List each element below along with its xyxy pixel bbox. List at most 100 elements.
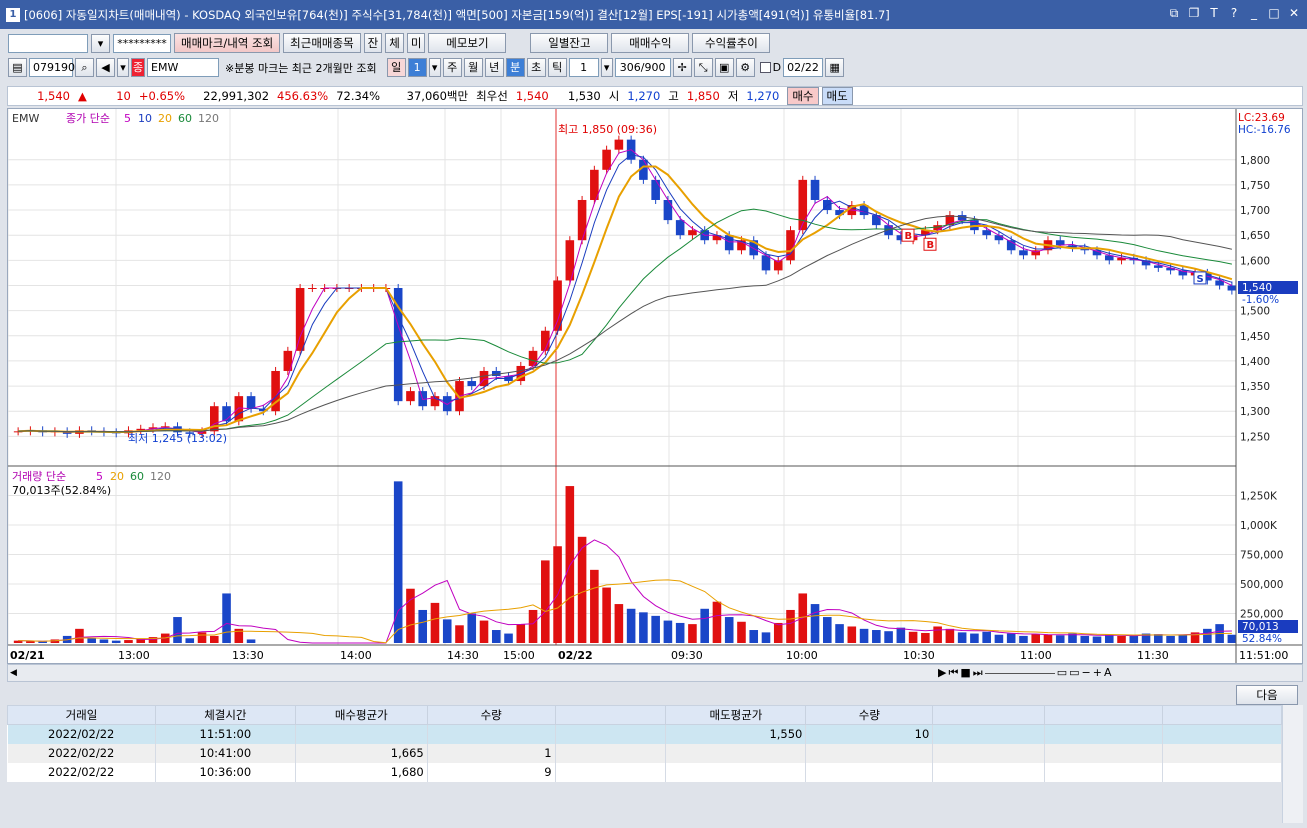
period-dropdown-icon[interactable]: ▾ [428, 58, 441, 77]
buy-button[interactable]: 매수 [787, 87, 819, 105]
table-cell [932, 743, 1046, 763]
period-week[interactable]: 주 [442, 58, 462, 77]
table-scrollbar[interactable] [1282, 705, 1303, 823]
chart-scrollbar[interactable]: ◀ ▶ ⏮ ■ ⏭ ▭ ▭ − + A [7, 664, 1303, 682]
account-dropdown-icon[interactable]: ▾ [91, 33, 110, 53]
y-tick-label: 1,750 [1240, 180, 1270, 192]
table-cell [1162, 724, 1282, 744]
volume-bar [1031, 634, 1041, 643]
ma-legend-prefix: 종가 단순 [66, 112, 110, 125]
recent-trade-button[interactable]: 최근매매종목 [283, 33, 361, 53]
volume-bar [749, 630, 759, 643]
sell-button[interactable]: 매도 [821, 87, 853, 105]
zoom-in-icon[interactable]: + [1093, 666, 1102, 680]
minimize-icon[interactable]: _ [1247, 6, 1261, 20]
col-blank-3 [1044, 705, 1164, 725]
volume-bar [442, 619, 452, 643]
toolbar-chart: ▤ 079190 ⌕ ◀ ▾ 종 EMW ※분봉 마크는 최근 2개월만 조회 … [0, 58, 1307, 77]
stop-icon[interactable]: ■ [960, 666, 970, 680]
table-cell: 9 [427, 762, 556, 782]
x-tick-label: 02/22 [558, 649, 593, 662]
next-button[interactable]: 다음 [1236, 685, 1298, 705]
link-icon[interactable]: ⧉ [1167, 6, 1181, 20]
balance-button[interactable]: 잔 [363, 33, 383, 53]
trade-profit-button[interactable]: 매매수익 [611, 33, 690, 53]
stock-code-input[interactable]: 079190 [29, 58, 75, 77]
table-row[interactable]: 2022/02/22 11:51:00 1,550 10 [7, 724, 1282, 744]
password-field[interactable]: ********* [113, 33, 171, 53]
volume-value: 22,991,302 [203, 89, 270, 103]
first-icon[interactable]: ⏮ [948, 666, 958, 680]
zoom-out-icon[interactable]: − [1082, 666, 1091, 680]
candle-body [688, 230, 697, 236]
maximize-icon[interactable]: □ [1267, 6, 1281, 20]
settings-icon[interactable]: ⚙ [735, 58, 755, 77]
text-size-icon[interactable]: A [1104, 666, 1112, 680]
period-second[interactable]: 초 [526, 58, 546, 77]
tool-icon[interactable]: ⤡ [693, 58, 713, 77]
period-day[interactable]: 일 [386, 58, 406, 77]
scroll-left-icon[interactable]: ◀ [10, 667, 22, 679]
save-icon[interactable]: ▣ [714, 58, 734, 77]
chart-area[interactable]: 1,8001,7501,7001,6501,6001,5501,5001,450… [7, 108, 1303, 664]
table-cell: 10 [805, 724, 934, 744]
volume-bar [504, 633, 513, 643]
account-input[interactable] [8, 33, 88, 53]
ma-legend-10: 10 [138, 112, 152, 125]
col-blank-4 [1162, 705, 1282, 725]
filled-button[interactable]: 체 [385, 33, 404, 53]
restore-icon[interactable]: ❐ [1187, 6, 1201, 20]
chart-tool-icon[interactable]: ▭ [1057, 666, 1067, 680]
y-tick-label: 1,800 [1240, 155, 1270, 167]
date-input[interactable]: 02/22 [783, 58, 824, 77]
period-year[interactable]: 년 [484, 58, 504, 77]
last-icon[interactable]: ⏭ [973, 666, 983, 680]
dropdown-icon[interactable]: ▾ [117, 58, 129, 77]
volume-bar [810, 604, 820, 643]
mark-query-button[interactable]: 매매마크/내역 조회 [174, 33, 281, 53]
period-number[interactable]: 1 [407, 58, 427, 77]
high-price: 1,850 [686, 89, 720, 103]
layout-icon[interactable]: ▤ [8, 58, 27, 77]
y-tick-label: 1,650 [1240, 230, 1270, 242]
volume-bar [724, 617, 734, 643]
bid-price: 1,540 [515, 89, 549, 103]
volume-bar [173, 617, 182, 643]
candle-body [467, 381, 477, 387]
scroll-right-icon[interactable]: ▶ [938, 666, 946, 680]
close-icon[interactable]: ✕ [1287, 6, 1301, 20]
x-tick-label: 11:30 [1137, 649, 1169, 662]
unit-input[interactable]: 1 [568, 58, 599, 77]
table-row[interactable]: 2022/02/22 10:41:00 1,665 1 [7, 743, 1282, 763]
period-minute[interactable]: 분 [505, 58, 525, 77]
indicator-icon[interactable]: ✢ [672, 58, 692, 77]
change-value: 10 [116, 89, 131, 103]
unit-dropdown-icon[interactable]: ▾ [600, 58, 613, 77]
profit-rate-button[interactable]: 수익률추이 [692, 33, 771, 53]
volume-bar [455, 625, 464, 643]
col-blank-1 [554, 705, 667, 725]
unfilled-button[interactable]: 미 [406, 33, 426, 53]
volume-bar [761, 632, 771, 643]
volume-bar [185, 638, 195, 643]
daily-balance-button[interactable]: 일별잔고 [530, 33, 609, 53]
volume-bar [884, 631, 893, 643]
chart-tool2-icon[interactable]: ▭ [1069, 666, 1079, 680]
font-icon[interactable]: T [1207, 6, 1221, 20]
count-input[interactable]: 306/900 [614, 58, 671, 77]
memo-button[interactable]: 메모보기 [428, 33, 507, 53]
help-icon[interactable]: ? [1227, 6, 1241, 20]
candle-body [246, 396, 256, 409]
zoom-slider[interactable] [984, 673, 1055, 680]
period-month[interactable]: 월 [463, 58, 483, 77]
volume-bar [1203, 628, 1212, 643]
last-price-label: 1,540 [1242, 282, 1272, 294]
search-icon[interactable]: ⌕ [75, 58, 94, 77]
date-checkbox[interactable] [759, 62, 771, 73]
calendar-icon[interactable]: ▦ [825, 58, 845, 77]
table-row[interactable]: 2022/02/22 10:36:00 1,680 9 [7, 762, 1282, 782]
price-volume-chart[interactable]: 1,8001,7501,7001,6501,6001,5501,5001,450… [7, 109, 1302, 663]
volume-bar [786, 609, 795, 643]
period-tick[interactable]: 틱 [547, 58, 567, 77]
speaker-icon[interactable]: ◀ [96, 58, 115, 77]
